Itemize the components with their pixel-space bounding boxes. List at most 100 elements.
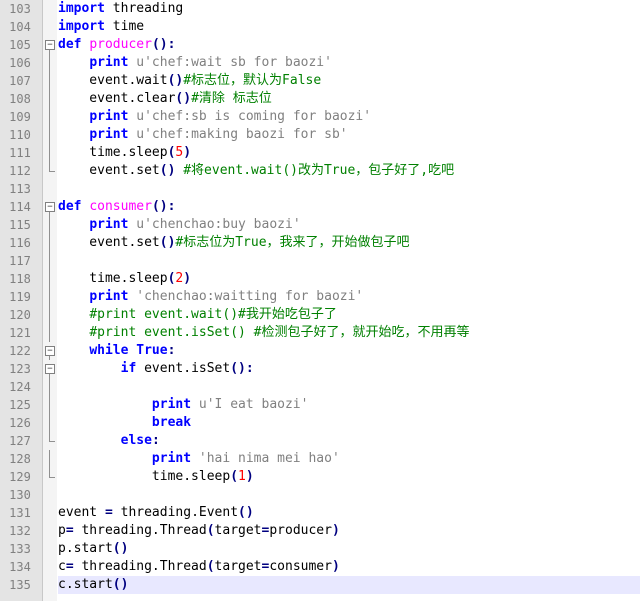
code-token: c	[58, 559, 66, 574]
code-text[interactable]: print u'chef:sb is coming for baozi'	[58, 108, 640, 126]
line-number: 130	[9, 488, 31, 502]
line-number: 128	[9, 452, 31, 466]
code-text[interactable]: p= threading.Thread(target=producer)	[58, 522, 640, 540]
code-token: while	[89, 343, 129, 358]
code-text[interactable]: def consumer():	[58, 198, 640, 216]
code-line-123[interactable]: 123− if event.isSet():	[0, 360, 640, 378]
code-text[interactable]: def producer():	[58, 36, 640, 54]
code-line-118[interactable]: 118 time.sleep(2)	[0, 270, 640, 288]
fold-toggle-icon[interactable]: −	[43, 360, 57, 378]
line-number: 109	[9, 110, 31, 124]
code-text[interactable]	[58, 252, 640, 270]
code-line-112[interactable]: 112 event.set() #将event.wait()改为True，包子好…	[0, 162, 640, 180]
code-token: print	[89, 55, 129, 70]
code-token: target	[214, 559, 262, 574]
code-text[interactable]: time.sleep(1)	[58, 468, 640, 486]
code-line-108[interactable]: 108 event.clear()#清除 标志位	[0, 90, 640, 108]
code-text[interactable]: event.set()#标志位为True，我来了，开始做包子吧	[58, 234, 640, 252]
code-editor[interactable]: 103 import threading 104 import time 105− def…	[0, 0, 640, 601]
code-line-113[interactable]: 113	[0, 180, 640, 198]
code-line-127[interactable]: 127 else:	[0, 432, 640, 450]
code-token: producer	[269, 523, 332, 538]
code-text[interactable]: print 'hai nima mei hao'	[58, 450, 640, 468]
code-token: (	[230, 469, 239, 484]
fold-toggle-icon[interactable]: −	[43, 36, 57, 54]
line-number: 107	[9, 74, 31, 88]
line-number: 118	[9, 272, 31, 286]
line-number: 117	[9, 254, 31, 268]
code-text[interactable]: event.clear()#清除 标志位	[58, 90, 640, 108]
code-line-132[interactable]: 132 p= threading.Thread(target=producer)	[0, 522, 640, 540]
code-text[interactable]: print u'chef:making baozi for sb'	[58, 126, 640, 144]
code-line-130[interactable]: 130	[0, 486, 640, 504]
code-line-105[interactable]: 105− def producer():	[0, 36, 640, 54]
code-text[interactable]: while True:	[58, 342, 640, 360]
code-line-120[interactable]: 120 #print event.wait()#我开始吃包子了	[0, 306, 640, 324]
code-text[interactable]: time.sleep(5)	[58, 144, 640, 162]
code-line-117[interactable]: 117	[0, 252, 640, 270]
code-token: print	[89, 127, 129, 142]
code-line-114[interactable]: 114− def consumer():	[0, 198, 640, 216]
line-number: 131	[9, 506, 31, 520]
code-line-111[interactable]: 111 time.sleep(5)	[0, 144, 640, 162]
code-token: print	[151, 397, 192, 412]
code-line-122[interactable]: 122− while True:	[0, 342, 640, 360]
code-text[interactable]: print u'I eat baozi'	[58, 396, 640, 414]
code-text[interactable]: #print event.isSet() #检测包子好了，就开始吃，不用再等	[58, 324, 640, 342]
code-text[interactable]: c.start()	[58, 576, 640, 594]
code-text[interactable]	[58, 180, 640, 198]
code-line-110[interactable]: 110 print u'chef:making baozi for sb'	[0, 126, 640, 144]
code-text[interactable]: time.sleep(2)	[58, 270, 640, 288]
code-line-121[interactable]: 121 #print event.isSet() #检测包子好了，就开始吃，不用…	[0, 324, 640, 342]
line-number: 116	[9, 236, 31, 250]
code-line-124[interactable]: 124	[0, 378, 640, 396]
code-token: #将event.wait()改为True，包子好了,吃吧	[183, 163, 455, 178]
code-text[interactable]: event.set() #将event.wait()改为True，包子好了,吃吧	[58, 162, 640, 180]
code-line-135[interactable]: 135 c.start()	[0, 576, 640, 594]
code-line-106[interactable]: 106 print u'chef:wait sb for baozi'	[0, 54, 640, 72]
code-line-103[interactable]: 103 import threading	[0, 0, 640, 18]
code-text[interactable]: if event.isSet():	[58, 360, 640, 378]
code-line-133[interactable]: 133 p.start()	[0, 540, 640, 558]
line-number: 132	[9, 524, 31, 538]
code-line-129[interactable]: 129 time.sleep(1)	[0, 468, 640, 486]
code-line-104[interactable]: 104 import time	[0, 18, 640, 36]
code-text[interactable]: print u'chenchao:buy baozi'	[58, 216, 640, 234]
code-token: target	[214, 523, 262, 538]
code-token: consumer	[269, 559, 332, 574]
code-text[interactable]: print 'chenchao:waitting for baozi'	[58, 288, 640, 306]
code-text[interactable]: event = threading.Event()	[58, 504, 640, 522]
code-line-109[interactable]: 109 print u'chef:sb is coming for baozi'	[0, 108, 640, 126]
fold-guide-icon	[43, 378, 57, 396]
code-text[interactable]	[58, 378, 640, 396]
code-line-107[interactable]: 107 event.wait()#标志位，默认为False	[0, 72, 640, 90]
code-token: :	[167, 343, 176, 358]
code-text[interactable]: p.start()	[58, 540, 640, 558]
code-text[interactable]: print u'chef:wait sb for baozi'	[58, 54, 640, 72]
code-line-119[interactable]: 119 print 'chenchao:waitting for baozi'	[0, 288, 640, 306]
code-line-115[interactable]: 115 print u'chenchao:buy baozi'	[0, 216, 640, 234]
code-text[interactable]: #print event.wait()#我开始吃包子了	[58, 306, 640, 324]
code-text[interactable]: break	[58, 414, 640, 432]
code-token: print	[89, 217, 129, 232]
code-line-131[interactable]: 131 event = threading.Event()	[0, 504, 640, 522]
code-token: ()	[159, 163, 176, 178]
code-token: time.sleep	[58, 469, 231, 484]
fold-toggle-icon[interactable]: −	[43, 342, 57, 360]
code-line-126[interactable]: 126 break	[0, 414, 640, 432]
code-text[interactable]: c= threading.Thread(target=consumer)	[58, 558, 640, 576]
code-text[interactable]	[58, 486, 640, 504]
code-token: time.sleep	[58, 271, 168, 286]
fold-toggle-icon[interactable]: −	[43, 198, 57, 216]
line-number: 120	[9, 308, 31, 322]
code-text[interactable]: event.wait()#标志位，默认为False	[58, 72, 640, 90]
code-line-116[interactable]: 116 event.set()#标志位为True，我来了，开始做包子吧	[0, 234, 640, 252]
code-line-125[interactable]: 125 print u'I eat baozi'	[0, 396, 640, 414]
code-text[interactable]: import time	[58, 18, 640, 36]
code-token: event.clear	[58, 91, 176, 106]
code-line-128[interactable]: 128 print 'hai nima mei hao'	[0, 450, 640, 468]
code-line-134[interactable]: 134 c= threading.Thread(target=consumer)	[0, 558, 640, 576]
code-text[interactable]: import threading	[58, 0, 640, 18]
code-text[interactable]: else:	[58, 432, 640, 450]
